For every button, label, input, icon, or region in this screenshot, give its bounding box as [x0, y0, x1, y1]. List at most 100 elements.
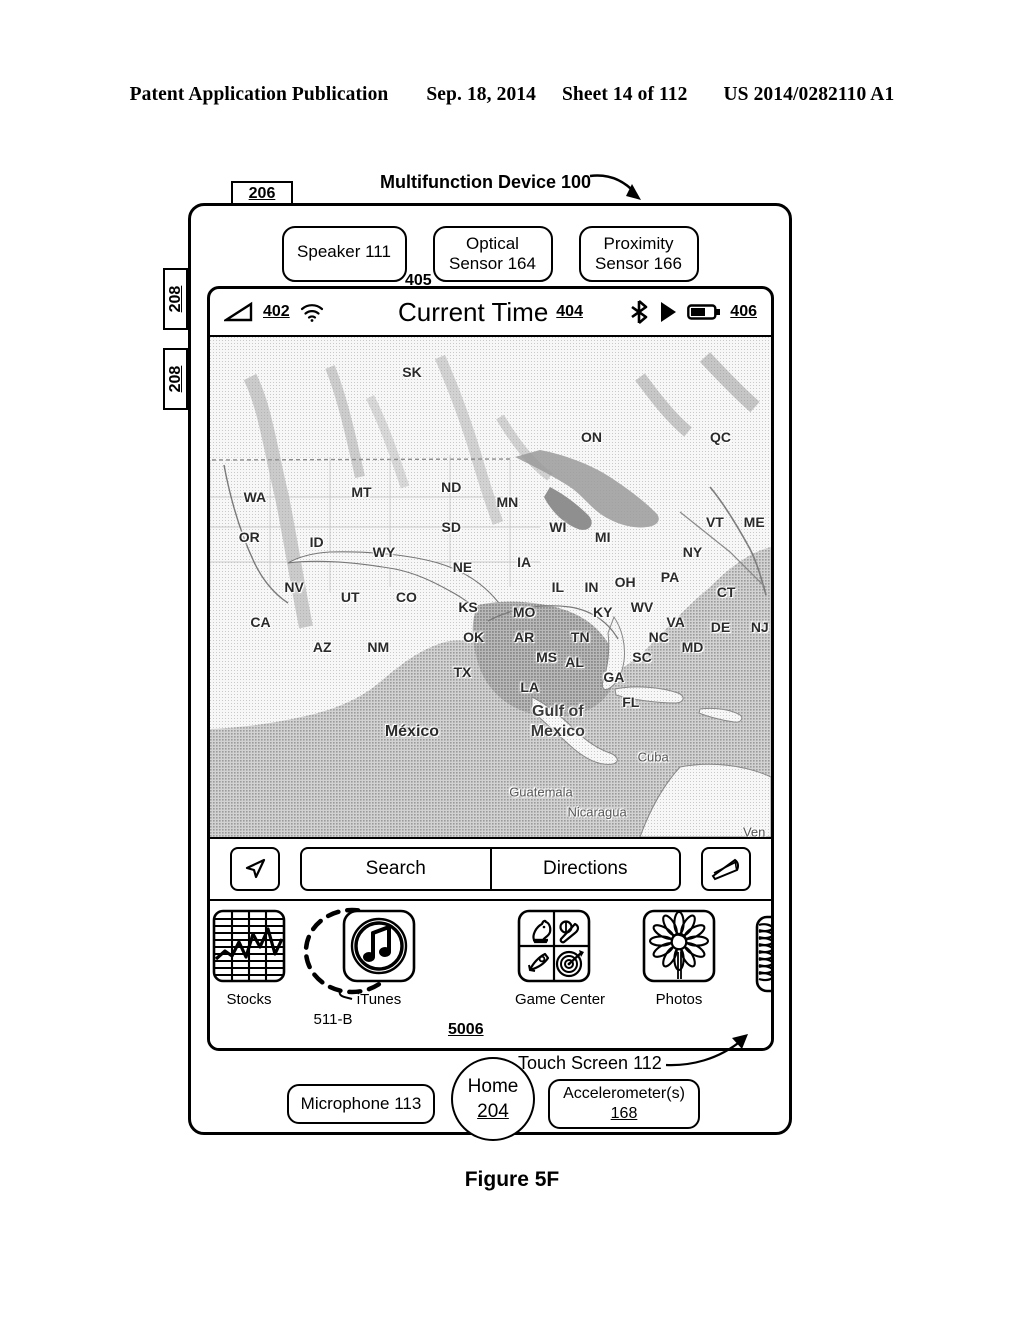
map-label: LA	[520, 679, 540, 695]
map-view[interactable]: SK ON QC WA MT ND MN OR ID SD WI MI VT ME WY NE IA NY NV UT…	[210, 335, 771, 839]
map-label: DE	[710, 619, 731, 635]
map-label: KY	[592, 604, 613, 620]
signal-reference: 402	[263, 303, 290, 320]
map-label: NE	[452, 559, 473, 575]
map-label: AL	[565, 654, 584, 670]
notepad-icon	[755, 915, 771, 993]
reference-marker-5006: 5006	[448, 1021, 484, 1038]
stocks-icon-container	[212, 909, 286, 983]
microphone-label: Microphone 113	[287, 1084, 435, 1124]
map-label: CA	[250, 614, 271, 630]
itunes-icon-container	[342, 909, 416, 983]
map-label: OR	[238, 529, 260, 545]
dock-app-label-photos: Photos	[655, 991, 703, 1008]
map-label: NM	[367, 639, 390, 655]
search-button[interactable]: Search	[302, 849, 492, 889]
map-label: AZ	[312, 639, 332, 655]
figure-caption: Figure 5F	[464, 1168, 560, 1191]
header-patent-number: US 2014/0282110 A1	[723, 84, 895, 105]
reference-tab-208-upper: 208	[163, 268, 188, 330]
game-center-icon	[517, 909, 591, 983]
header-sheet: Sheet 14 of 112	[561, 84, 688, 105]
map-label: UT	[340, 589, 360, 605]
device-title-arrow-icon	[589, 174, 641, 200]
search-directions-segmented-control[interactable]: Search Directions	[300, 847, 681, 891]
map-label: MS	[536, 649, 558, 665]
dock-app-itunes[interactable]: iTunes	[340, 909, 418, 1008]
map-label: WA	[243, 489, 267, 505]
map-toolbar: Search Directions	[210, 839, 771, 901]
stocks-chart-icon	[212, 909, 286, 983]
map-label: NY	[682, 544, 703, 560]
signal-strength-icon	[224, 301, 253, 322]
device-title: Multifunction Device 100	[380, 172, 592, 192]
map-label: Mexico	[530, 723, 585, 740]
map-label: CO	[395, 589, 417, 605]
map-label: WV	[630, 599, 654, 615]
dock-app-row: Stocks 511-B iTunes 5006 Game Center Pho…	[210, 901, 771, 1048]
annotation-label-511b: 511-B	[313, 1011, 353, 1028]
current-location-button[interactable]	[230, 847, 280, 891]
dock-app-label-itunes: iTunes	[356, 991, 402, 1008]
map-label: Guatemala	[509, 784, 573, 800]
bluetooth-icon	[631, 300, 648, 324]
map-label: SC	[632, 649, 652, 665]
map-label: ON	[580, 429, 602, 445]
map-label: Nicaragua	[567, 804, 627, 820]
map-label: ME	[743, 514, 765, 530]
navigation-arrow-icon	[245, 858, 266, 879]
dock-app-game-center[interactable]: Game Center	[515, 909, 606, 1008]
map-label: KS	[458, 599, 478, 615]
photos-icon-container	[642, 909, 716, 983]
status-bar-title: Current Time	[398, 296, 549, 327]
map-label: TN	[570, 629, 590, 645]
home-button-label: Home	[467, 1076, 519, 1097]
dock-app-label-stocks: Stocks	[226, 991, 272, 1008]
play-icon	[661, 302, 677, 322]
map-label: MD	[681, 639, 704, 655]
map-label: PA	[660, 569, 680, 585]
status-bar-left: 402	[224, 301, 325, 323]
directions-button[interactable]: Directions	[492, 849, 680, 889]
map-label: VA	[666, 614, 685, 630]
dock-app-photos[interactable]: Photos	[640, 909, 718, 1008]
map-label: SD	[441, 519, 461, 535]
itunes-music-note-icon	[342, 909, 416, 983]
map-label: OH	[614, 574, 636, 590]
page-curl-button[interactable]	[701, 847, 751, 891]
map-label: OK	[463, 629, 485, 645]
map-label: VT	[705, 514, 724, 530]
battery-reference: 406	[730, 303, 757, 320]
map-label: MN	[496, 494, 519, 510]
header-date: Sep. 18, 2014	[426, 84, 536, 105]
game-center-icon-container	[517, 909, 591, 983]
photos-flower-icon	[642, 909, 716, 983]
map-label: ND	[441, 479, 462, 495]
wifi-icon	[300, 304, 323, 322]
status-bar: 402 Current Time 404 406	[210, 289, 771, 335]
dock-app-partial-notes[interactable]	[753, 911, 771, 997]
home-button-reference: 204	[477, 1101, 509, 1122]
map-label: NV	[284, 579, 304, 595]
touch-screen[interactable]: 402 Current Time 404 406 SK ON QC WA MT …	[207, 286, 774, 1051]
dock-app-stocks[interactable]: Stocks	[210, 909, 288, 1008]
map-label: Gulf of	[532, 703, 584, 720]
battery-icon	[687, 304, 721, 320]
reference-tab-208-lower: 208	[163, 348, 188, 410]
map-label: WI	[549, 519, 567, 535]
map-label: SK	[402, 364, 422, 380]
map-label: GA	[603, 669, 625, 685]
optical-sensor-label: Optical Sensor 164	[432, 226, 553, 282]
touch-screen-callout-label: Touch Screen 112	[518, 1053, 662, 1073]
home-button[interactable]: Home 204	[451, 1057, 535, 1141]
map-label: NC	[648, 629, 669, 645]
dock-app-label-game-center: Game Center	[515, 991, 606, 1008]
map-label: MO	[512, 604, 536, 620]
sensor-row: Speaker 111 Optical Sensor 164 Proximity…	[191, 226, 789, 282]
map-label: Ven	[742, 824, 766, 839]
map-label: TX	[453, 664, 472, 680]
accelerometer-label: Accelerometer(s) 168	[548, 1079, 700, 1129]
map-label: MT	[351, 484, 372, 500]
map-label: FL	[622, 694, 640, 710]
map-label: CT	[716, 584, 736, 600]
